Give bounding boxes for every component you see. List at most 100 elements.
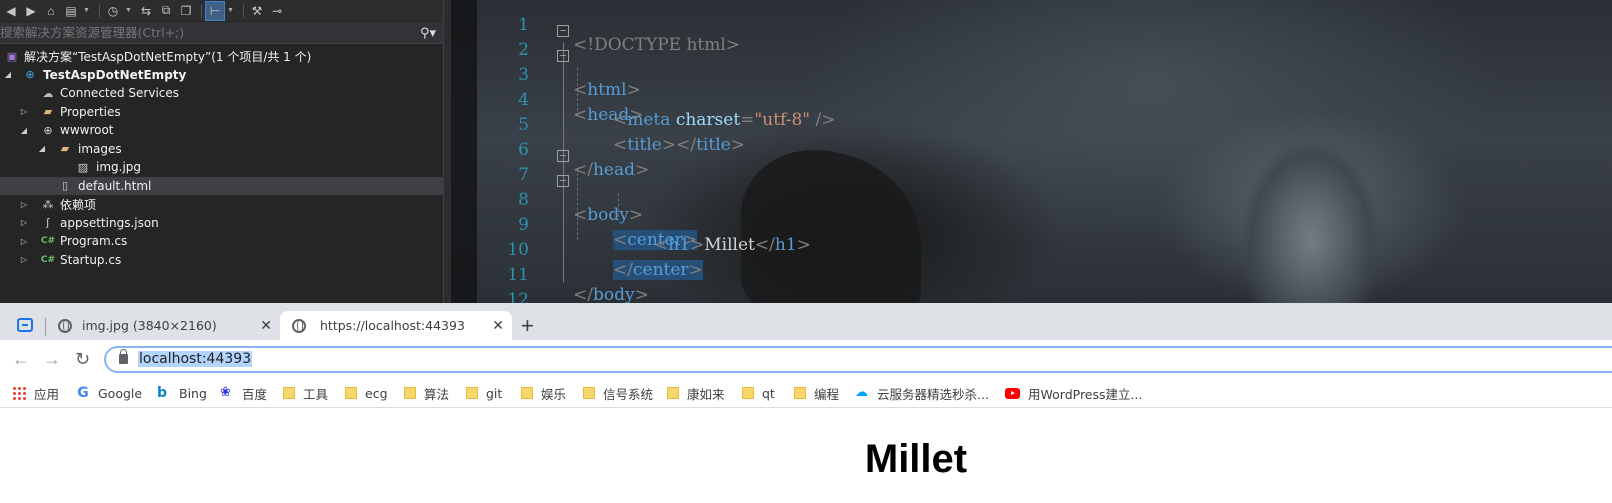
bookmark-baidu[interactable]: ❀ 百度 [220,384,267,402]
bookmark-wordpress-video[interactable]: 用WordPress建立... [1005,384,1142,402]
tree-item-startup-cs[interactable]: ▷ C# Startup.cs [0,251,443,270]
connected-services-icon: ☁ [42,86,54,100]
bookmark-folder-programming[interactable]: 编程 [794,384,839,402]
folder-icon [466,387,478,399]
code-line: 6 </head> [451,120,1612,180]
bookmarks-bar: 应用 G Google b Bing ❀ 百度 工具 ecg 算法 git 娱乐 信号… [0,378,1612,408]
minimize-panel-icon[interactable]: ⊸ [268,2,286,20]
collapsed-arrow-icon[interactable]: ▷ [19,107,29,116]
solution-search-box[interactable]: ⚲▾ [0,22,443,44]
collapsed-arrow-icon[interactable]: ▷ [19,237,29,246]
home-icon[interactable]: ⌂ [42,2,60,20]
tree-item-label: images [78,141,122,156]
tree-item-appsettings[interactable]: ▷ ʃ appsettings.json [0,214,443,233]
collapsed-arrow-icon[interactable]: ▷ [19,200,29,209]
wrench-folder-icon: ▰ [43,105,53,119]
bookmark-folder-qt[interactable]: qt [742,384,775,402]
tree-item-label: img.jpg [96,160,142,175]
tree-item-solution[interactable]: ▣ 解决方案“TestAspDotNetEmpty”(1 个项目/共 1 个) [0,47,443,66]
tree-item-properties[interactable]: ▷ ▰ Properties [0,103,443,122]
forward-button[interactable]: → [43,350,61,368]
tree-item-default-html[interactable]: ▯ default.html [0,176,443,195]
tree-item-program-cs[interactable]: ▷ C# Program.cs [0,232,443,251]
bookmark-apps[interactable]: 应用 [12,384,59,402]
tab-img-jpg[interactable]: img.jpg (3840×2160) ✕ [46,311,280,340]
show-all-files-icon[interactable]: ❐ [177,2,195,20]
switch-views-icon[interactable]: ▤ [62,2,80,20]
tree-item-label: wwwroot [60,123,114,138]
collapsed-arrow-icon[interactable]: ▷ [19,255,29,264]
bookmark-cloud-server[interactable]: ☁ 云服务器精选秒杀... [855,384,989,402]
tree-item-project[interactable]: ◢ ⊕ TestAspDotNetEmpty [0,66,443,85]
bookmark-google[interactable]: G Google [76,384,142,402]
google-icon: G [77,385,89,401]
tree-item-connected-services[interactable]: ☁ Connected Services [0,84,443,103]
code-line: 12 </html> [451,270,1612,303]
back-icon[interactable]: ◀ [2,2,20,20]
tab-title: https://localhost:44393 [320,318,465,333]
folder-icon [283,387,295,399]
tab-search-icon[interactable] [17,318,33,332]
code-line: 10 </center> [451,220,1612,280]
bookmark-folder-entertainment[interactable]: 娱乐 [521,384,566,402]
close-icon[interactable]: ✕ [260,318,272,334]
solution-search-input[interactable] [0,22,413,43]
reload-button[interactable]: ↻ [75,350,90,368]
bookmark-folder-signals[interactable]: 信号系统 [583,384,653,402]
image-file-icon: ▨ [77,160,89,174]
globe-icon: ⊕ [43,123,53,137]
tab-title: img.jpg (3840×2160) [82,318,217,333]
expanded-arrow-icon[interactable]: ◢ [3,70,13,79]
collapse-icon[interactable]: − [557,25,569,37]
panel-splitter[interactable] [443,0,451,303]
chevron-down-icon[interactable]: ▼ [226,2,235,20]
pending-changes-icon[interactable]: ◷ [104,2,122,20]
new-tab-button[interactable]: + [521,315,534,337]
lock-icon[interactable] [119,349,128,364]
collapse-icon[interactable]: − [557,175,569,187]
chrome-browser-window: img.jpg (3840×2160) ✕ https://localhost:… [0,303,1612,503]
bookmark-label: 云服务器精选秒杀... [877,386,989,402]
tree-item-label: Connected Services [60,86,180,101]
properties-wrench-icon[interactable]: ⚒ [248,2,266,20]
url-text[interactable]: localhost:44393 [138,351,253,367]
bookmark-bing[interactable]: b Bing [157,384,207,402]
bookmark-folder-algorithms[interactable]: 算法 [404,384,449,402]
tree-item-wwwroot[interactable]: ◢ ⊕ wwwroot [0,121,443,140]
preview-selected-icon[interactable]: ⊢ [205,0,225,21]
bookmark-folder-kangrulai[interactable]: 康如来 [667,384,725,402]
bookmark-label: 编程 [814,386,840,402]
collapse-icon[interactable]: − [557,50,569,62]
search-icon[interactable]: ⚲▾ [413,25,443,41]
tree-item-dependencies[interactable]: ▷ ⁂ 依赖项 [0,195,443,214]
csharp-file-icon: C# [40,254,56,265]
chevron-down-icon[interactable]: ▼ [82,2,91,20]
forward-icon[interactable]: ▶ [22,2,40,20]
bookmark-folder-git[interactable]: git [466,384,502,402]
tab-localhost[interactable]: https://localhost:44393 ✕ [280,311,512,340]
code-line: 4 <meta charset="utf-8" /> [451,70,1612,130]
close-icon[interactable]: ✕ [492,318,504,334]
collapse-all-icon[interactable]: ⧉ [157,2,175,20]
bookmark-label: git [486,385,503,401]
code-editor[interactable]: 1 <!DOCTYPE html> 2 − <html> 3 − <head> … [451,0,1612,303]
json-file-icon: ʃ [46,216,50,230]
collapsed-arrow-icon[interactable]: ▷ [19,218,29,227]
chevron-down-icon[interactable]: ▼ [124,2,133,20]
solution-icon: ▣ [6,49,18,63]
tree-item-label: 依赖项 [60,197,97,212]
sync-icon[interactable]: ⇆ [137,2,155,20]
bing-icon: b [157,385,168,401]
bookmark-label: 信号系统 [603,386,654,402]
back-button[interactable]: ← [12,350,30,368]
tree-item-img-jpg[interactable]: ▨ img.jpg [0,158,443,177]
collapse-icon[interactable]: − [557,150,569,162]
tree-item-label: appsettings.json [60,215,159,230]
bookmark-folder-ecg[interactable]: ecg [345,384,388,402]
bookmark-label: 康如来 [687,386,725,402]
address-bar[interactable]: localhost:44393 [104,346,1612,373]
expanded-arrow-icon[interactable]: ◢ [19,126,29,135]
expanded-arrow-icon[interactable]: ◢ [37,144,47,153]
tree-item-images[interactable]: ◢ ▰ images [0,140,443,159]
bookmark-folder-tools[interactable]: 工具 [283,384,328,402]
